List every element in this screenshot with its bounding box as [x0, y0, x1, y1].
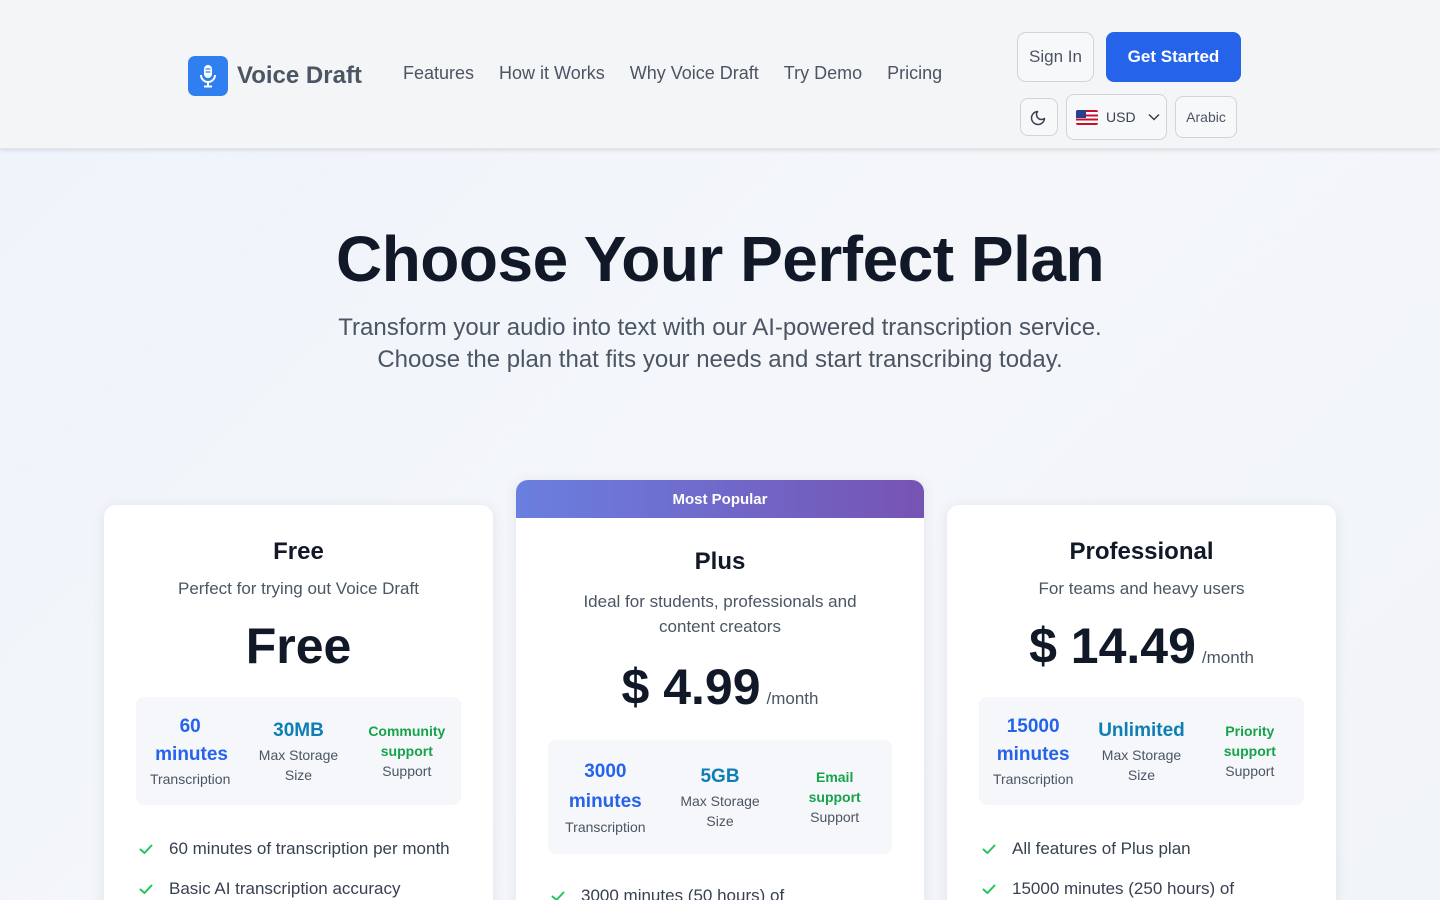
- plan-stats: 60 minutes Transcription 30MB Max Storag…: [136, 697, 461, 805]
- stat-value: Email support: [808, 769, 861, 805]
- stat-transcription: 60 minutes Transcription: [136, 697, 244, 805]
- stat-storage: 5GB Max Storage Size: [663, 740, 778, 854]
- stat-label: Max Storage Size: [1101, 747, 1182, 783]
- plan-description: Ideal for students, professionals and co…: [583, 592, 857, 636]
- stat-label: Support: [1225, 763, 1275, 779]
- stat-value: Priority support: [1223, 723, 1276, 759]
- nav-pricing[interactable]: Pricing: [887, 63, 942, 84]
- plan-card-plus: Most Popular Plus Ideal for students, pr…: [516, 480, 924, 900]
- main-nav: Features How it Works Why Voice Draft Tr…: [403, 63, 967, 84]
- moon-icon: [1030, 110, 1046, 126]
- plan-name: Free: [273, 538, 324, 565]
- plan-stats: 3000 minutes Transcription 5GB Max Stora…: [548, 740, 892, 854]
- plan-period: /month: [766, 689, 819, 708]
- plan-card-professional: Professional For teams and heavy users $…: [947, 505, 1336, 900]
- feature-text: 15000 minutes (250 hours) of: [1012, 879, 1235, 898]
- feature-text: 3000 minutes (50 hours) of: [581, 886, 785, 900]
- check-icon: [551, 891, 565, 900]
- plan-features: All features of Plus plan 15000 minutes …: [981, 829, 1316, 900]
- stat-label: Transcription: [149, 771, 231, 787]
- plan-price-row: $ 4.99 /month: [516, 658, 924, 716]
- chevron-down-icon: [1148, 113, 1160, 121]
- stat-support: Community support Support: [353, 697, 461, 805]
- stat-support: Priority support Support: [1196, 697, 1304, 805]
- stat-value: 3000 minutes: [568, 761, 642, 812]
- currency-value: USD: [1106, 109, 1136, 125]
- stat-value: 5GB: [700, 766, 740, 787]
- plan-features: 60 minutes of transcription per month Ba…: [138, 829, 473, 900]
- stat-label: Support: [382, 763, 432, 779]
- feature-text: 60 minutes of transcription per month: [169, 839, 450, 858]
- stat-label: Max Storage Size: [680, 793, 760, 829]
- most-popular-badge: Most Popular: [516, 480, 924, 518]
- plan-description: Perfect for trying out Voice Draft: [178, 579, 419, 598]
- stat-support: Email support Support: [777, 740, 892, 854]
- nav-features[interactable]: Features: [403, 63, 474, 84]
- us-flag-icon: [1076, 109, 1098, 125]
- plan-price: $ 4.99: [621, 659, 761, 715]
- plan-stats: 15000 minutes Transcription Unlimited Ma…: [979, 697, 1304, 805]
- feature-text: All features of Plus plan: [1012, 839, 1191, 858]
- check-icon: [982, 844, 996, 854]
- check-icon: [139, 844, 153, 854]
- theme-toggle-button[interactable]: [1020, 98, 1058, 136]
- feature-item: 3000 minutes (50 hours) of: [550, 876, 904, 900]
- plan-card-free: Free Perfect for trying out Voice Draft …: [104, 505, 493, 900]
- stat-transcription: 3000 minutes Transcription: [548, 740, 663, 854]
- plan-price-row: $ 14.49 /month: [947, 617, 1336, 675]
- plan-features: 3000 minutes (50 hours) of: [550, 876, 904, 900]
- microphone-icon: [188, 56, 228, 96]
- stat-label: Transcription: [565, 819, 646, 835]
- nav-why-voice-draft[interactable]: Why Voice Draft: [630, 63, 759, 84]
- plan-name: Plus: [694, 548, 746, 575]
- check-icon: [982, 884, 996, 894]
- stat-transcription: 15000 minutes Transcription: [979, 697, 1087, 805]
- sign-in-button[interactable]: Sign In: [1017, 32, 1094, 82]
- language-button[interactable]: Arabic: [1175, 96, 1237, 138]
- feature-text: Basic AI transcription accuracy: [169, 879, 401, 898]
- nav-how-it-works[interactable]: How it Works: [499, 63, 605, 84]
- stat-value: Community support: [368, 723, 446, 759]
- plan-description: For teams and heavy users: [1038, 579, 1245, 598]
- feature-item: 15000 minutes (250 hours) of: [981, 869, 1316, 900]
- stat-label: Support: [810, 809, 860, 825]
- stat-value: Unlimited: [1098, 720, 1185, 741]
- check-icon: [139, 884, 153, 894]
- nav-try-demo[interactable]: Try Demo: [784, 63, 862, 84]
- logo-text: Voice Draft: [237, 62, 362, 89]
- page-title: Choose Your Perfect Plan: [335, 223, 1105, 295]
- plan-price-row: Free: [104, 617, 493, 675]
- page-subtitle: Transform your audio into text with our …: [338, 314, 1102, 373]
- plan-period: /month: [1201, 648, 1254, 667]
- stat-label: Transcription: [992, 771, 1074, 787]
- feature-item: Basic AI transcription accuracy: [138, 869, 473, 900]
- stat-value: 30MB: [273, 720, 324, 741]
- stat-value: 60 minutes: [155, 716, 229, 765]
- stat-storage: Unlimited Max Storage Size: [1087, 697, 1195, 805]
- stat-label: Max Storage Size: [258, 747, 339, 783]
- feature-item: 60 minutes of transcription per month: [138, 829, 473, 869]
- currency-select[interactable]: USD: [1066, 94, 1167, 140]
- site-header: Voice Draft Features How it Works Why Vo…: [0, 0, 1440, 149]
- stat-value: 15000 minutes: [996, 716, 1070, 765]
- logo[interactable]: Voice Draft: [188, 56, 362, 96]
- plan-price: Free: [245, 618, 352, 674]
- plan-name: Professional: [1069, 538, 1214, 565]
- stat-storage: 30MB Max Storage Size: [244, 697, 352, 805]
- get-started-button[interactable]: Get Started: [1106, 32, 1241, 82]
- plan-price: $ 14.49: [1029, 618, 1196, 674]
- feature-item: All features of Plus plan: [981, 829, 1316, 869]
